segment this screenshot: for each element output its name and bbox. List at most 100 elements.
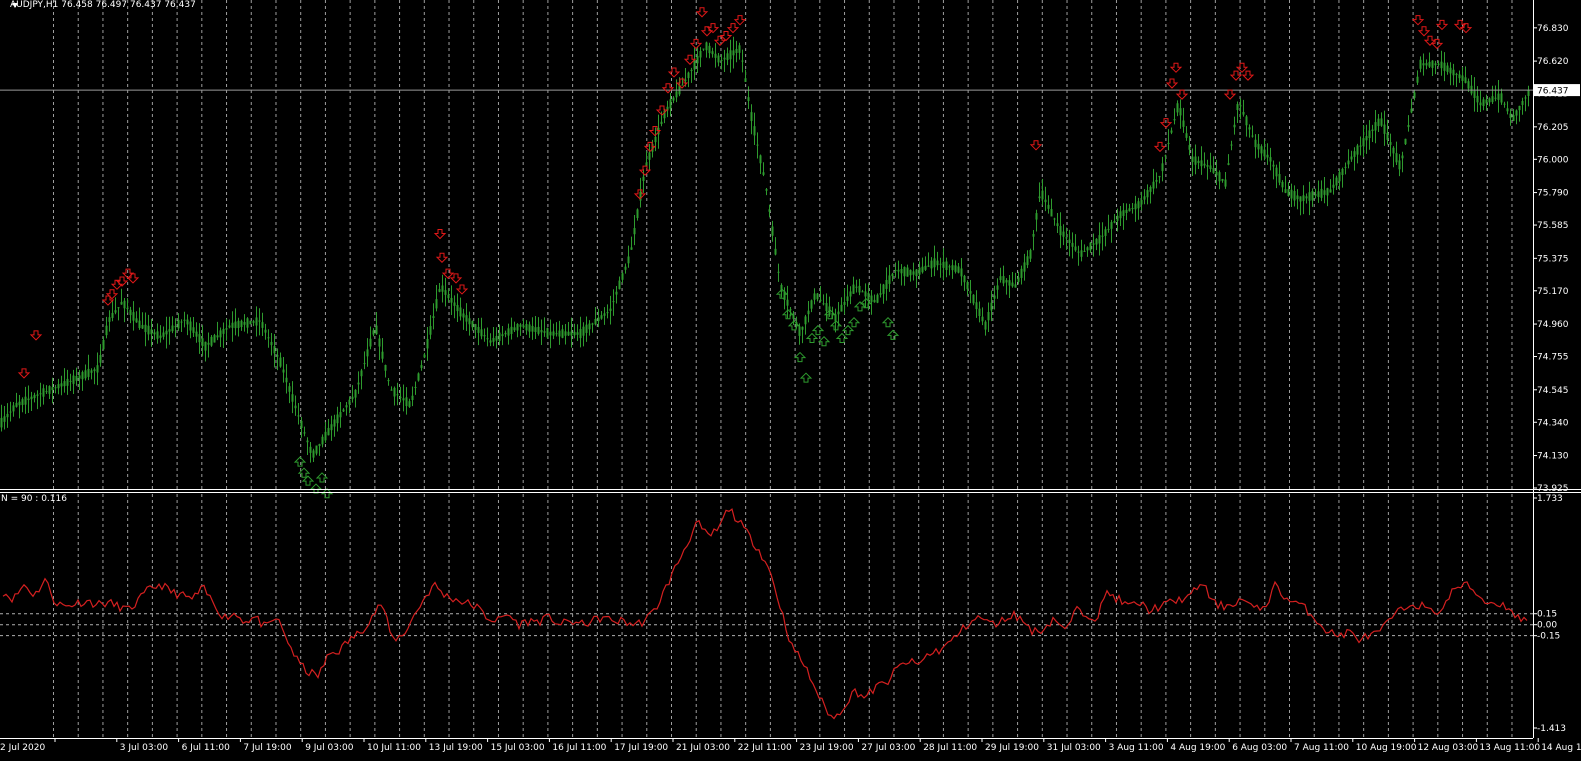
price-tick-label: 73.925 — [1537, 484, 1569, 494]
candle-body — [414, 386, 417, 388]
candle-body — [735, 48, 738, 53]
candle-body — [510, 326, 513, 334]
symbol-header: AUDJPY,H1 76.458 76.497 76.437 76.437 — [10, 0, 196, 10]
candle-body — [1365, 136, 1368, 141]
time-tick-label: 6 Jul 11:00 — [182, 743, 231, 753]
time-tick-label: 10 Aug 19:00 — [1356, 743, 1417, 753]
candle-body — [1068, 239, 1071, 243]
candle-body — [1113, 221, 1116, 223]
candle-body — [1080, 250, 1083, 257]
candle-body — [123, 300, 126, 309]
candle-body — [1212, 167, 1215, 173]
sell-arrow-icon — [695, 7, 709, 18]
candle-body — [1248, 127, 1251, 130]
candle-body — [213, 335, 216, 343]
candle-body — [612, 301, 615, 303]
candle-body — [747, 97, 750, 102]
candle-body — [480, 329, 483, 337]
candle-body — [210, 336, 213, 346]
candle-body — [192, 327, 195, 333]
candle-body — [30, 396, 33, 400]
candle-body — [1524, 97, 1527, 99]
candle-body — [717, 55, 720, 63]
candle-body — [1485, 99, 1488, 104]
candle-body — [1233, 124, 1236, 128]
price-tick-label: 76.620 — [1537, 57, 1569, 67]
buy-arrow-icon — [817, 336, 831, 347]
sell-arrow-icon — [105, 289, 119, 300]
sell-arrow-icon — [733, 15, 747, 26]
candle-body — [1368, 130, 1371, 139]
candle-body — [531, 325, 534, 332]
candle-body — [507, 328, 510, 336]
chart-menu-triangle-icon[interactable] — [12, 3, 18, 8]
candle-body — [696, 55, 699, 64]
candle-body — [237, 320, 240, 328]
candle-body — [1311, 191, 1314, 201]
candle-body — [1380, 118, 1383, 126]
candle-body — [1251, 135, 1254, 137]
candle-body — [1356, 145, 1359, 155]
candle-body — [408, 401, 411, 407]
candle-body — [885, 280, 888, 289]
candle-body — [999, 276, 1002, 281]
sell-arrow-icon — [1241, 70, 1255, 81]
candle-body — [1362, 138, 1365, 147]
sell-arrow-icon — [667, 67, 681, 78]
candle-body — [375, 325, 378, 335]
candle-body — [483, 335, 486, 337]
candle-body — [1443, 62, 1446, 71]
candle-body — [54, 387, 57, 389]
candle-body — [960, 268, 963, 277]
candle-body — [846, 296, 849, 301]
candle-body — [876, 294, 879, 303]
sell-arrow-icon — [433, 229, 447, 240]
candle-body — [1347, 160, 1350, 165]
candle-body — [1371, 129, 1374, 132]
candle-body — [1041, 190, 1044, 200]
price-plot[interactable] — [0, 7, 1533, 499]
candle-body — [1179, 108, 1182, 116]
candle-body — [144, 324, 147, 333]
candle-body — [1206, 165, 1209, 167]
candle-body — [12, 405, 15, 412]
candle-body — [105, 325, 108, 336]
candle-body — [843, 301, 846, 305]
oscillator-plot[interactable] — [0, 508, 1533, 720]
candle-body — [63, 381, 66, 387]
buy-arrow-icon — [847, 317, 861, 328]
candle-body — [132, 312, 135, 321]
candle-body — [51, 387, 54, 391]
candle-body — [648, 152, 651, 160]
candle-body — [1017, 277, 1020, 282]
chart-canvas[interactable]: 76.83076.62076.41576.20576.00075.79075.5… — [0, 0, 1581, 761]
candle-body — [147, 325, 150, 335]
candle-body — [276, 355, 279, 357]
candle-body — [1392, 147, 1395, 154]
candle-body — [1104, 229, 1107, 236]
candle-body — [621, 273, 624, 280]
candle-body — [87, 368, 90, 377]
candle-body — [549, 331, 552, 336]
candle-body — [1260, 146, 1263, 154]
buy-arrow-icon — [811, 324, 825, 336]
candle-body — [447, 294, 450, 299]
candle-body — [855, 286, 858, 288]
candle-body — [1026, 256, 1029, 266]
candle-body — [477, 326, 480, 333]
candle-body — [168, 329, 171, 332]
candle-body — [993, 295, 996, 299]
candle-body — [528, 324, 531, 332]
candle-body — [990, 302, 993, 311]
candle-body — [1332, 184, 1335, 188]
candle-body — [360, 370, 363, 377]
sell-arrow-icon — [29, 330, 43, 341]
candle-body — [432, 316, 435, 319]
candle-body — [1287, 189, 1290, 197]
candle-body — [765, 189, 768, 191]
candle-body — [1242, 111, 1245, 115]
candle-body — [963, 275, 966, 283]
candle-body — [972, 294, 975, 304]
time-tick-label: 28 Jul 11:00 — [923, 743, 977, 753]
time-tick-label: 6 Aug 03:00 — [1232, 743, 1287, 753]
